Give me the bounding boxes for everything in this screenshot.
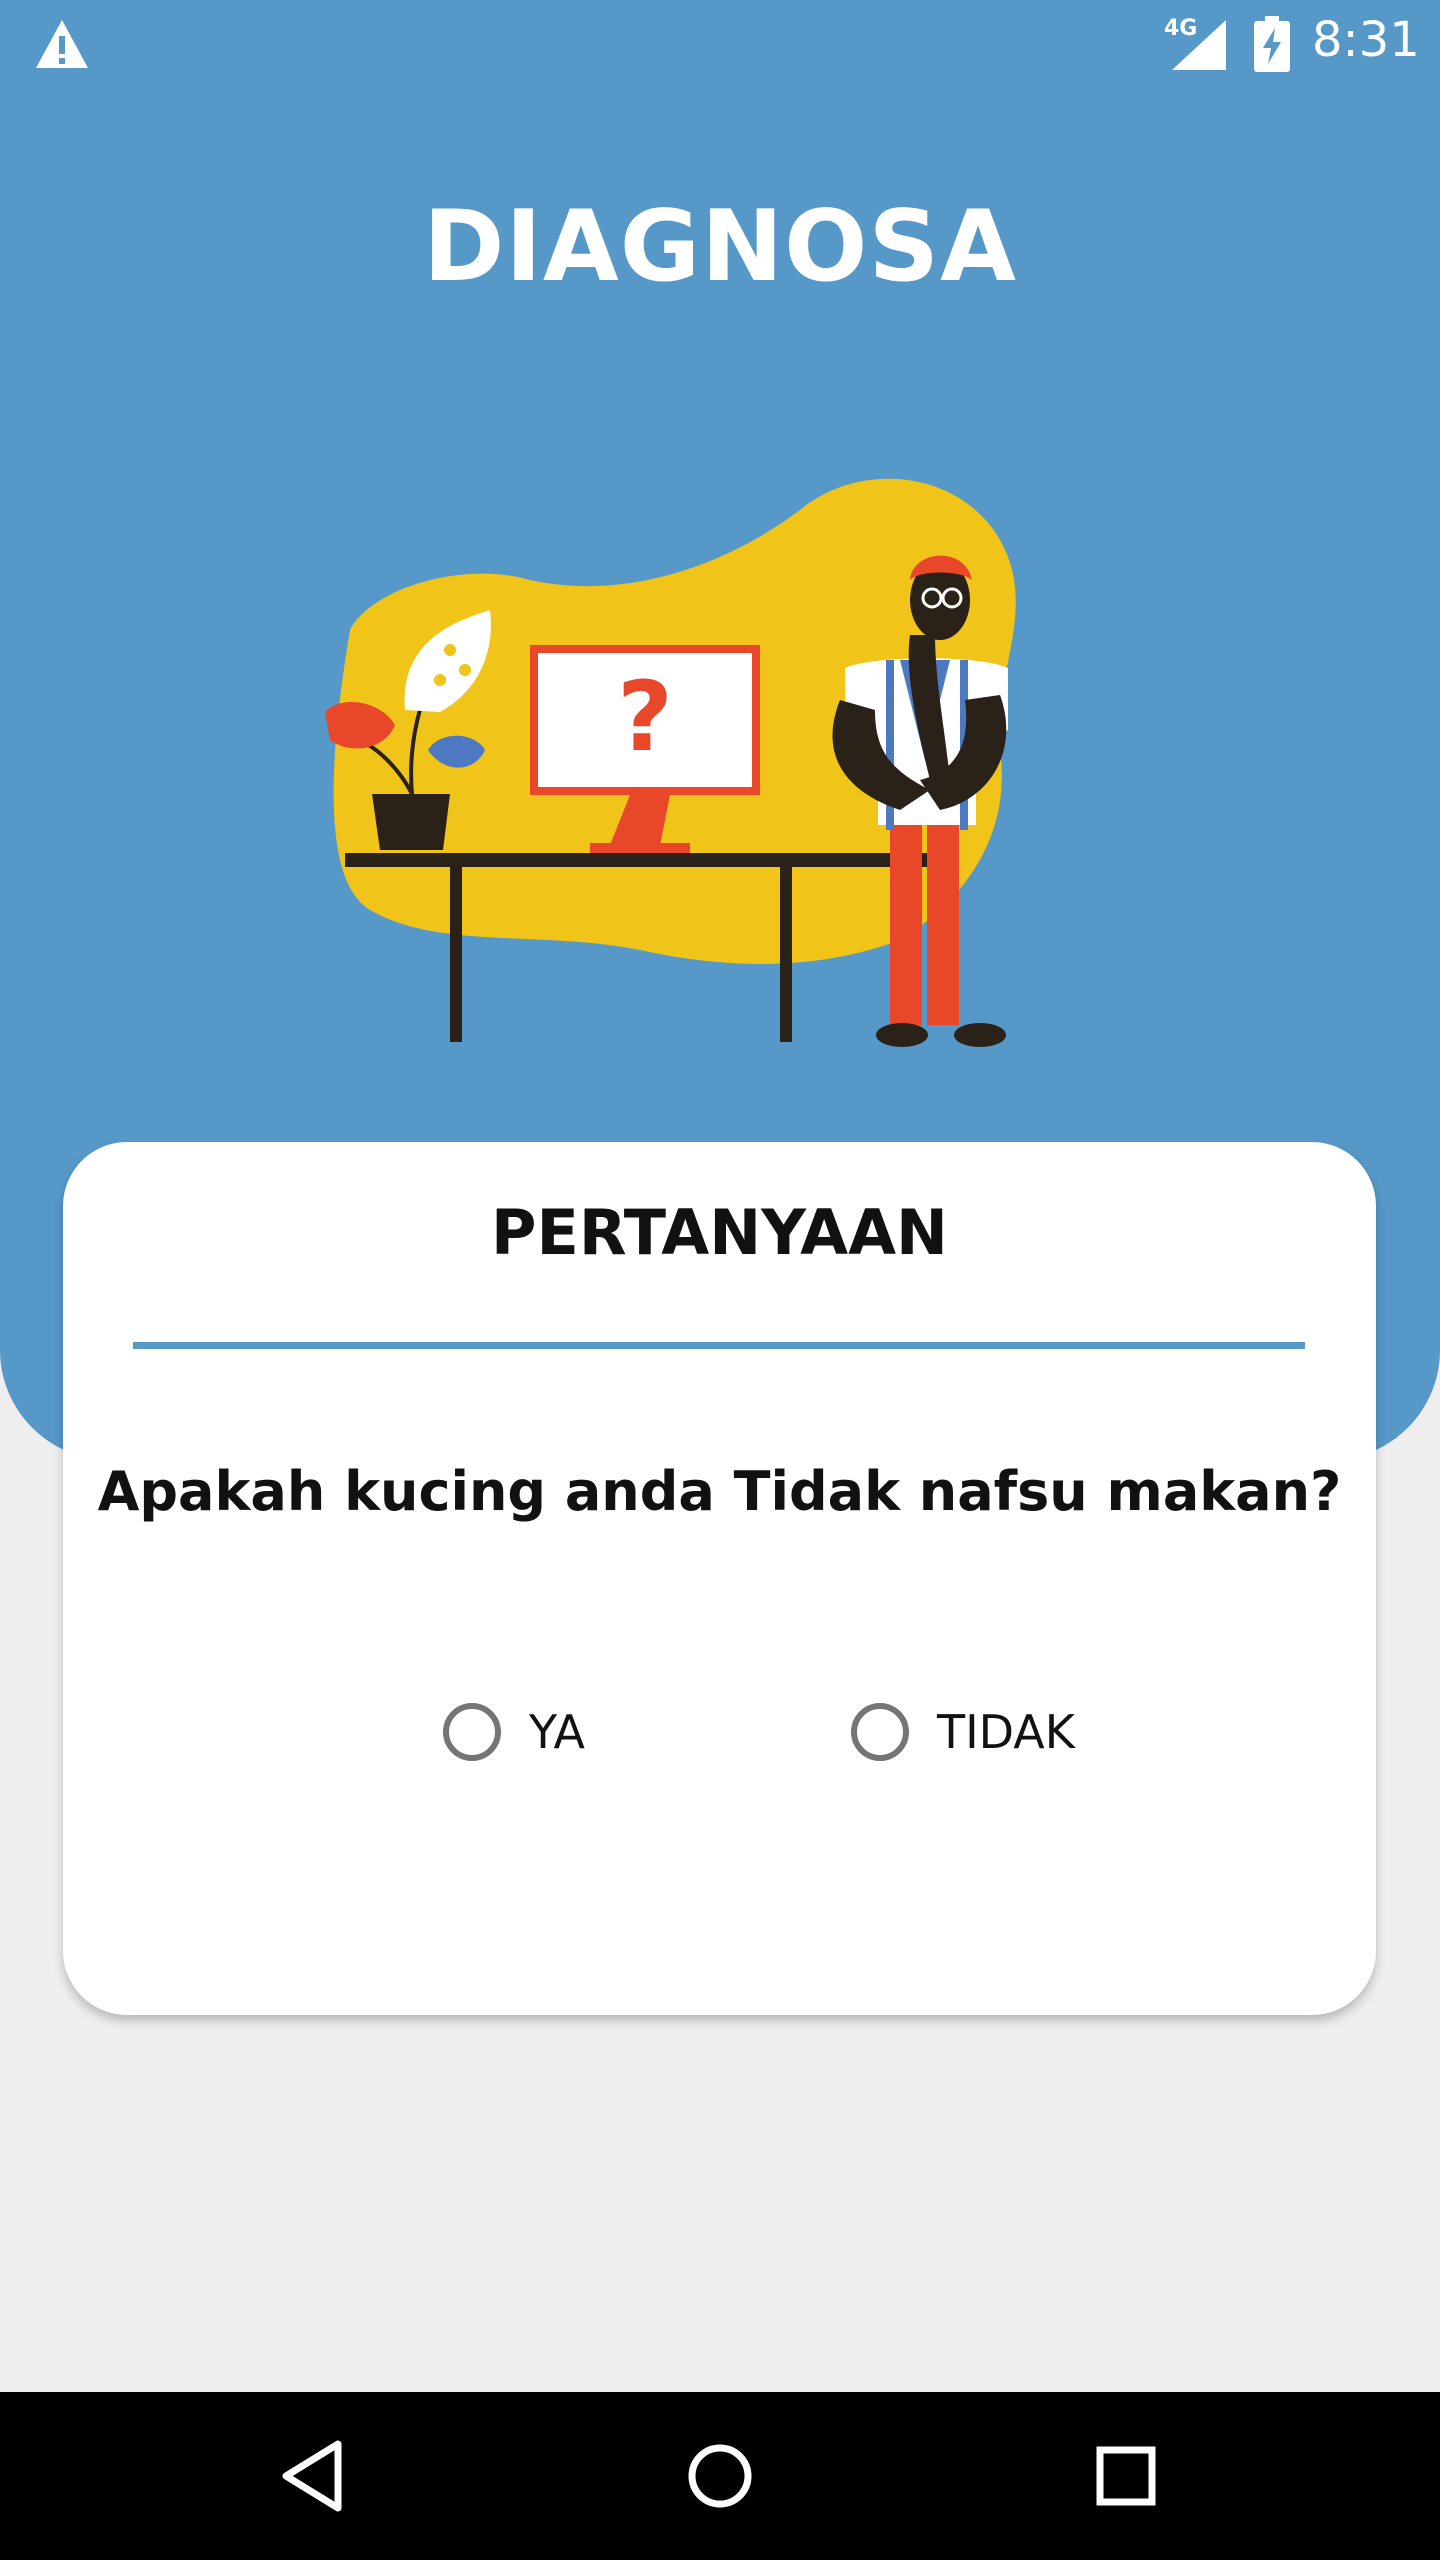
option-tidak[interactable]: TIDAK bbox=[851, 1692, 1075, 1772]
person-leg bbox=[890, 820, 922, 1025]
divider bbox=[133, 1342, 1305, 1349]
card-title: PERTANYAAN bbox=[491, 1196, 948, 1269]
option-ya[interactable]: YA bbox=[443, 1692, 585, 1772]
battery-charging-icon bbox=[1254, 16, 1290, 72]
desk-leg bbox=[780, 867, 792, 1042]
radio-ya[interactable] bbox=[443, 1703, 501, 1761]
warning-icon bbox=[36, 20, 88, 68]
question-card: PERTANYAAN Apakah kucing anda Tidak nafs… bbox=[63, 1142, 1376, 2015]
status-bar: 4G 8:31 bbox=[0, 0, 1440, 90]
option-ya-label[interactable]: YA bbox=[529, 1705, 585, 1759]
monitor-question-mark: ? bbox=[617, 661, 673, 773]
desk-top bbox=[345, 853, 935, 867]
question-text: Apakah kucing anda Tidak nafsu makan? bbox=[97, 1460, 1342, 1523]
clock: 8:31 bbox=[1312, 12, 1420, 68]
thinking-person-at-desk-illustration: ? bbox=[325, 478, 1016, 1047]
option-tidak-label[interactable]: TIDAK bbox=[937, 1705, 1075, 1759]
recent-apps-icon[interactable] bbox=[1086, 2436, 1166, 2516]
back-icon[interactable] bbox=[276, 2436, 356, 2516]
person-leg bbox=[927, 820, 959, 1025]
page-title: DIAGNOSA bbox=[423, 190, 1017, 304]
home-icon[interactable] bbox=[680, 2436, 760, 2516]
desk-leg bbox=[450, 867, 462, 1042]
signal-icon bbox=[1172, 20, 1226, 70]
plant-pot bbox=[372, 794, 450, 850]
navigation-bar bbox=[0, 2392, 1440, 2560]
radio-tidak[interactable] bbox=[851, 1703, 909, 1761]
